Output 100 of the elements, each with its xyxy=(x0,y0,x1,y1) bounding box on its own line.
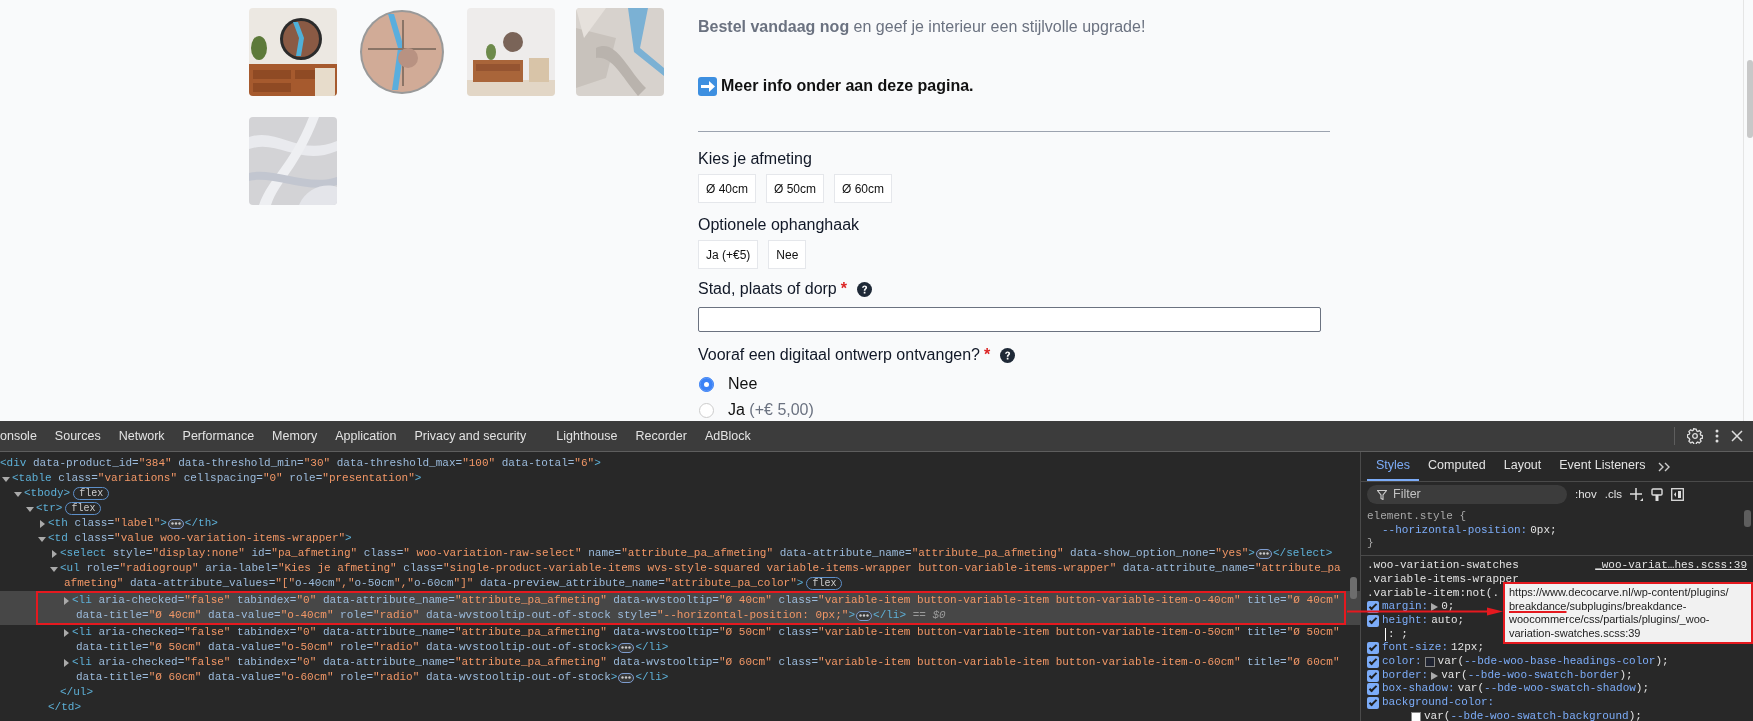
devtools-tab[interactable]: Application xyxy=(326,426,406,446)
css-value: var(--bde-woo-swatch-background); xyxy=(1424,709,1642,721)
swatch-button[interactable]: Ja (+€5) xyxy=(698,240,759,269)
ellipsis-button[interactable] xyxy=(856,610,873,621)
css-selector: .woo-variation-swatches xyxy=(1367,559,1519,573)
help-icon[interactable] xyxy=(1000,347,1016,363)
devtools-tab[interactable]: Sources xyxy=(45,426,110,446)
devtools-tab[interactable]: Performance xyxy=(173,426,264,446)
code-line: <table class="variations" cellspacing="0" role="presentation"> xyxy=(12,471,422,487)
checkbox[interactable] xyxy=(1367,642,1379,655)
text-field[interactable] xyxy=(698,307,1321,332)
expand-arrow-icon[interactable] xyxy=(62,658,70,667)
css-property: height: xyxy=(1382,613,1429,628)
dots-icon xyxy=(621,646,632,649)
expand-arrow-icon[interactable] xyxy=(38,534,46,543)
toggle-button[interactable]: .cls xyxy=(1604,485,1622,504)
expand-arrow-icon[interactable] xyxy=(26,504,34,513)
swatch-button[interactable]: Ø 50cm xyxy=(766,174,825,203)
css-property: box-shadow: xyxy=(1382,682,1455,697)
radio-label: Nee xyxy=(728,374,758,394)
expand-arrow-icon[interactable] xyxy=(50,549,58,558)
styles-tab[interactable]: Styles xyxy=(1367,452,1420,481)
dots-icon xyxy=(170,522,181,525)
code-line: data-title="Ø 50cm" data-value="o-50cm" role="radio" data-wvstooltip-out-of-stock> xyxy=(76,640,618,656)
ellipsis-button[interactable] xyxy=(618,672,635,683)
checkbox[interactable] xyxy=(1367,683,1379,696)
css-value: 0px; xyxy=(1530,523,1557,538)
expand-arrow-icon[interactable] xyxy=(50,564,58,573)
expand-arrow-icon[interactable] xyxy=(1431,603,1439,612)
css-property: font-size: xyxy=(1382,641,1448,656)
styles-tab[interactable]: Computed xyxy=(1419,452,1495,481)
styles-tab[interactable]: Event Listeners xyxy=(1550,452,1655,481)
swatch-button[interactable]: Ø 40cm xyxy=(698,174,756,203)
ellipsis-button[interactable] xyxy=(618,642,635,653)
checkbox[interactable] xyxy=(1367,614,1379,627)
expand-arrow-icon[interactable] xyxy=(62,596,70,605)
close-icon[interactable] xyxy=(1731,430,1743,442)
more-options-icon[interactable] xyxy=(1715,429,1719,443)
radio-label: Ja (+€ 5,00) xyxy=(728,400,814,420)
devtools-tab[interactable]: Lighthouse xyxy=(547,426,627,446)
expand-arrow-icon[interactable] xyxy=(38,519,46,528)
expand-arrow-icon[interactable] xyxy=(1431,671,1439,680)
filter-icon xyxy=(1377,489,1387,500)
devtools-tab[interactable]: AdBlock xyxy=(695,426,760,446)
option-label: Optionele ophanghaak xyxy=(698,215,860,235)
code-line: <li aria-checked="false" tabindex="0" data-attribute_name="attribute_pa_afmeting" data-wvstooltip="Ø 50cm" class="variable-item button-variable-item button-variable-item-o-50cm" title="Ø 50cm" xyxy=(72,625,1340,641)
source-link[interactable]: _woo-variat…hes.scss:39 xyxy=(1595,559,1747,573)
settings-icon[interactable] xyxy=(1687,428,1703,444)
css-selector: element.style { xyxy=(1367,510,1467,524)
radio-button[interactable] xyxy=(699,402,714,418)
devtools-tab[interactable]: Network xyxy=(109,426,174,446)
expand-arrow-icon[interactable] xyxy=(2,474,10,483)
expand-arrow-icon[interactable] xyxy=(62,628,70,637)
checkbox[interactable] xyxy=(1367,697,1379,709)
code-line: <th class="label"> xyxy=(48,516,167,532)
url-tooltip: https://www.decocarve.nl/wp-content/plugins/ breakdance/subplugins/breakdance- woocommerce/css/partials/plugins/_woo- variation-swatches.scss:39 xyxy=(1503,582,1753,645)
css-property: margin: xyxy=(1382,600,1429,614)
swatch-button[interactable]: Ø 60cm xyxy=(834,174,893,203)
code-line: <tr> xyxy=(36,501,63,517)
swatch-button[interactable]: Nee xyxy=(768,240,807,269)
css-value: 0; xyxy=(1441,600,1455,614)
intro-text: Bestel vandaag nog en geef je interieur een stijlvolle upgrade! xyxy=(698,17,1147,37)
css-selector: .variable-item:not(. xyxy=(1367,586,1500,601)
code-line: </td> xyxy=(48,700,81,716)
code-line: <li aria-checked="false" tabindex="0" data-attribute_name="attribute_pa_afmeting" data-wvstooltip="Ø 60cm" class="variable-item button-variable-item button-variable-item-o-60cm" title="Ø 60cm" xyxy=(72,655,1340,671)
property-editor[interactable]: : ; xyxy=(1385,627,1408,642)
code-text: </li> xyxy=(873,608,907,624)
filter-field[interactable]: Filter xyxy=(1367,485,1567,504)
devtools-tab[interactable]: onsole xyxy=(0,426,46,446)
toggle-button[interactable]: :hov xyxy=(1575,485,1597,504)
code-line: <ul role="radiogroup" aria-label="Kies je afmeting" class="single-product-variable-items wvs-style-squared variable-items-wrapper button-variable-items-wrapper" data-attribute_name="attribute_pa xyxy=(60,561,1341,577)
styles-tab[interactable]: Layout xyxy=(1494,452,1551,481)
ellipsis-button[interactable] xyxy=(167,518,184,529)
color-swatch[interactable] xyxy=(1411,711,1421,721)
field-label: Stad, plaats of dorp xyxy=(698,279,837,299)
code-line: <tbody> xyxy=(24,486,71,502)
scrollbar-thumb[interactable] xyxy=(1350,577,1357,599)
dots-icon xyxy=(621,676,632,679)
radio-button[interactable] xyxy=(699,376,714,392)
devtools-tab[interactable]: Privacy and security xyxy=(405,426,536,446)
css-property: border: xyxy=(1382,668,1429,683)
add-icon[interactable] xyxy=(1630,488,1643,501)
dots-icon xyxy=(859,614,870,617)
ellipsis-button[interactable] xyxy=(1255,548,1272,559)
scrollbar-thumb[interactable] xyxy=(1747,60,1753,138)
checkbox[interactable] xyxy=(1367,669,1379,682)
color-swatch[interactable] xyxy=(1424,656,1435,667)
code-text: </li> xyxy=(635,670,669,686)
checkbox[interactable] xyxy=(1367,655,1379,668)
help-icon[interactable] xyxy=(857,281,872,297)
css-value: var(--bde-woo-base-headings-color); xyxy=(1437,655,1669,669)
code-line: data-title="Ø 60cm" data-value="o-60cm" role="radio" data-wvstooltip-out-of-stock> xyxy=(76,670,618,686)
scrollbar-thumb[interactable] xyxy=(1744,510,1751,527)
expand-arrow-icon[interactable] xyxy=(14,489,22,498)
sidebar-toggle-icon[interactable] xyxy=(1671,488,1684,501)
code-line: data-title="Ø 40cm" data-value="o-40cm" role="radio" data-wvstooltip-out-of-stock style="--horizontal-position: 0px;"> xyxy=(76,608,856,624)
devtools-tab[interactable]: Recorder xyxy=(626,426,696,446)
required-mark: * xyxy=(840,279,847,299)
paint-icon[interactable] xyxy=(1651,487,1663,502)
devtools-tab[interactable]: Memory xyxy=(263,426,327,446)
